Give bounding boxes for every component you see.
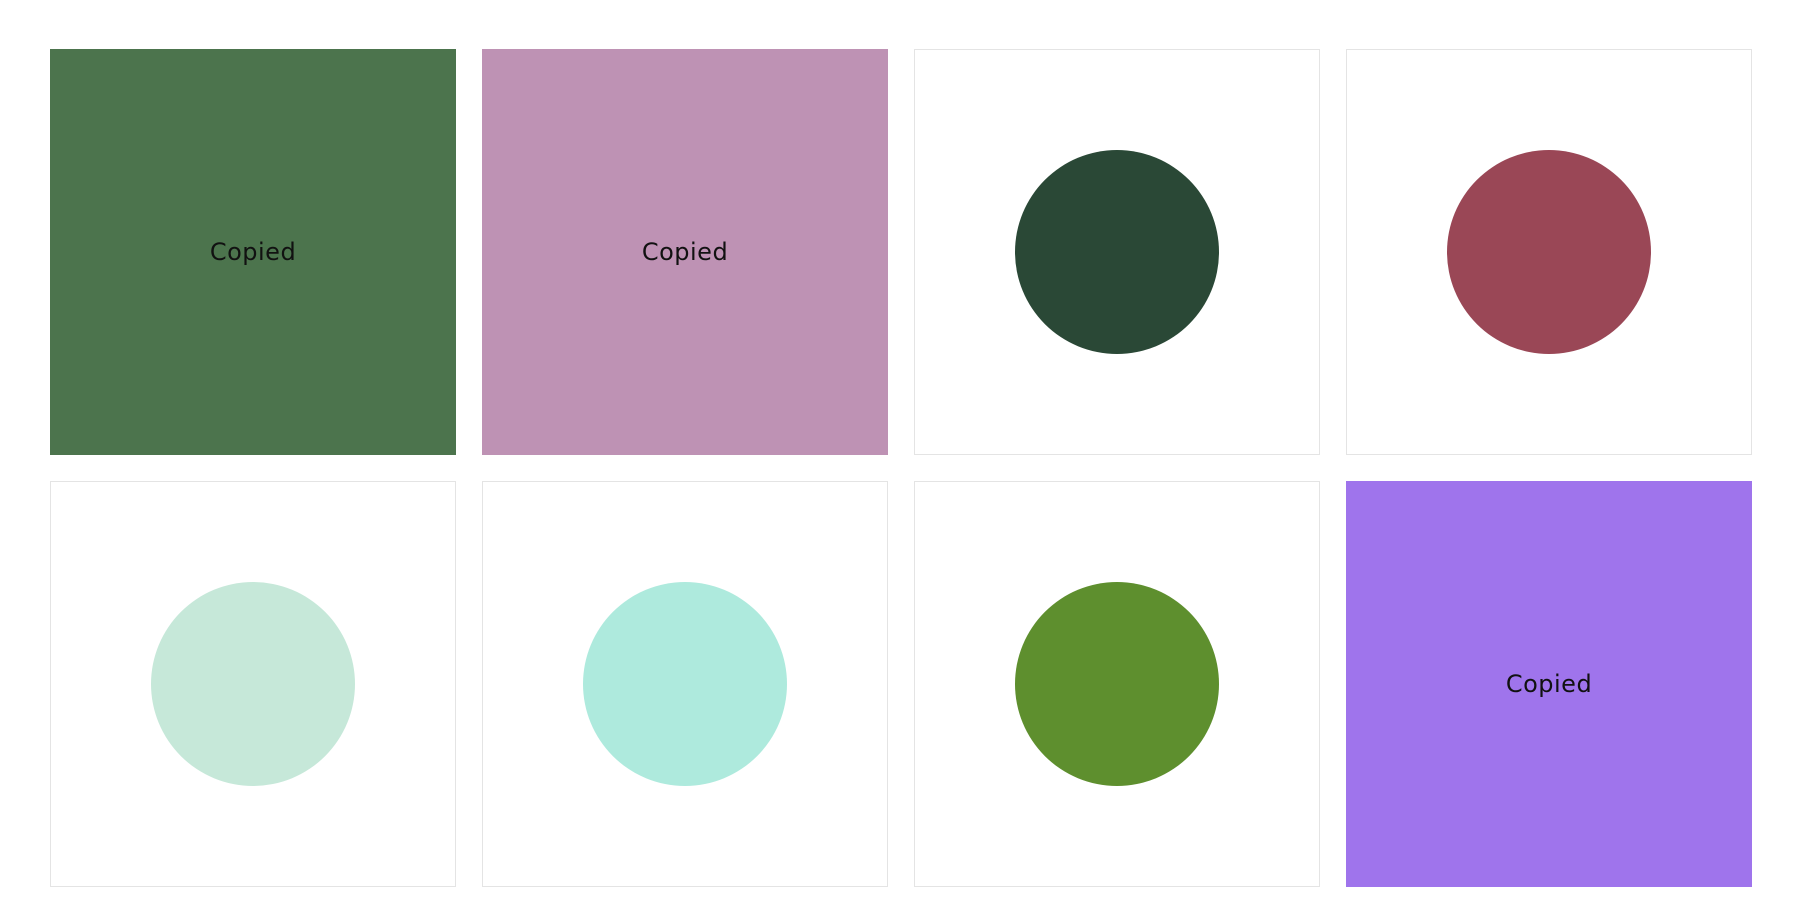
color-dot (1015, 582, 1219, 786)
color-dot (1447, 150, 1651, 354)
swatch-grid: Copied Copied Copied (50, 49, 1752, 887)
color-swatch[interactable] (50, 481, 456, 887)
color-dot (1015, 150, 1219, 354)
color-dot (583, 582, 787, 786)
color-swatch[interactable] (914, 481, 1320, 887)
color-swatch[interactable] (482, 481, 888, 887)
color-swatch[interactable] (914, 49, 1320, 455)
color-dot (151, 582, 355, 786)
color-swatch[interactable]: Copied (482, 49, 888, 455)
color-swatch[interactable]: Copied (1346, 481, 1752, 887)
copied-label: Copied (641, 238, 729, 266)
copied-label: Copied (1505, 670, 1593, 698)
color-swatch[interactable] (1346, 49, 1752, 455)
color-swatch[interactable]: Copied (50, 49, 456, 455)
copied-label: Copied (209, 238, 297, 266)
